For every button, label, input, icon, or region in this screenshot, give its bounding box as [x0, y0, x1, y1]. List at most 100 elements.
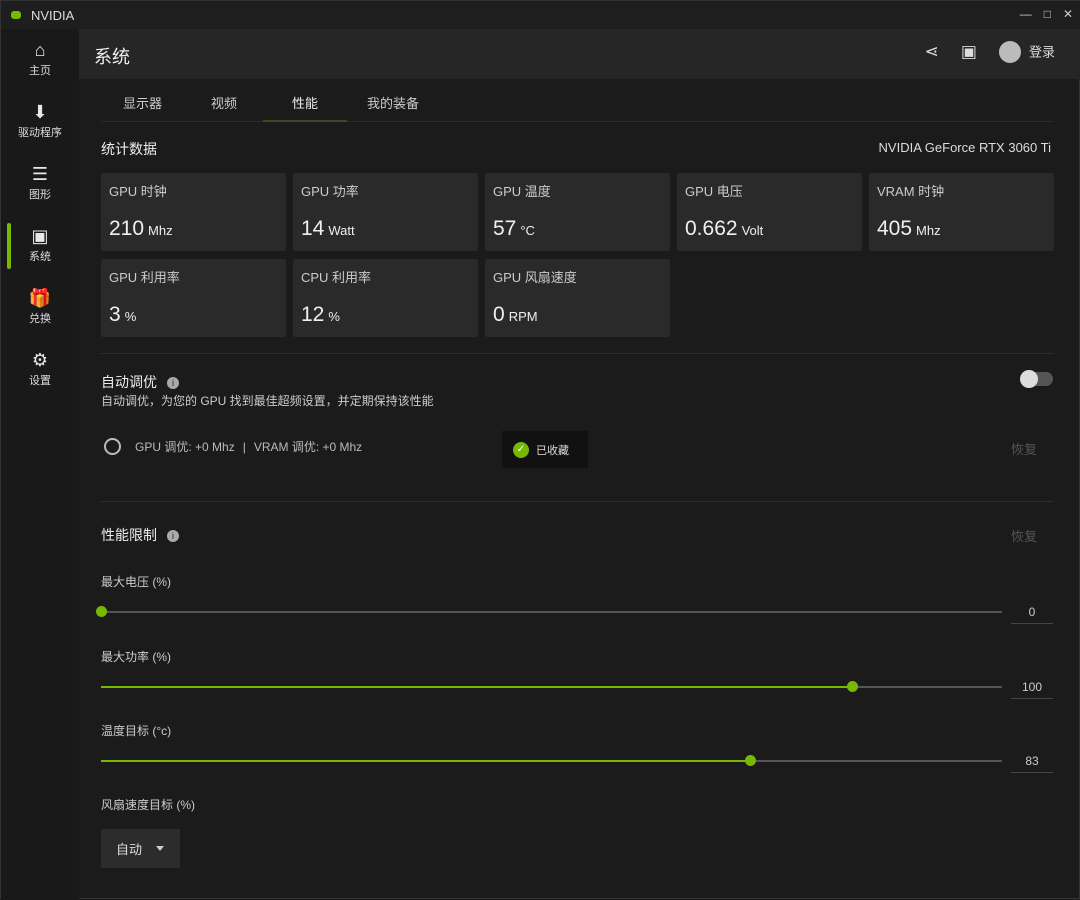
gear-icon: ⚙ — [31, 350, 49, 370]
tab-my-rig[interactable]: 我的装备 — [367, 93, 419, 112]
limits-reset-button[interactable]: 恢复 — [1011, 526, 1037, 545]
gpu-name: NVIDIA GeForce RTX 3060 Ti — [878, 140, 1051, 155]
slider-label: 温度目标 (°c) — [101, 724, 172, 738]
chevron-down-icon — [156, 846, 165, 851]
stat-unit: % — [124, 309, 137, 324]
stat-number: 57 — [493, 217, 517, 240]
stat-unit: Mhz — [916, 223, 941, 238]
toast-text: 已收藏 — [536, 444, 569, 457]
sidebar-item-graphics[interactable]: ☰ 图形 — [1, 155, 79, 211]
share-icon[interactable]: ⋖ — [925, 42, 939, 62]
limits-title-text: 性能限制 — [101, 527, 157, 543]
maximize-button[interactable]: □ — [1044, 7, 1051, 21]
stat-label: GPU 风扇速度 — [493, 270, 577, 285]
stat-unit: Mhz — [148, 223, 173, 238]
stat-unit: RPM — [508, 309, 538, 324]
separator: | — [242, 439, 246, 454]
avatar — [998, 41, 1021, 63]
stat-unit: % — [328, 309, 340, 324]
sidebar: ⌂ 主页 ⬇ 驱动程序 ☰ 图形 ▣ 系统 🎁 兑换 ⚙ 设置 — [1, 29, 79, 900]
stat-number: 210 — [109, 217, 145, 240]
login-button[interactable]: 登录 — [998, 41, 1055, 63]
gpu-oc-value: GPU 调优: +0 Mhz — [135, 440, 235, 454]
slider-handle[interactable] — [846, 680, 858, 692]
stat-number: 14 — [301, 217, 325, 240]
autotune-title: 自动调优 i — [101, 372, 179, 392]
sidebar-item-system[interactable]: ▣ 系统 — [1, 217, 79, 273]
stat-value: 405 Mhz — [877, 217, 941, 241]
slider-value-input[interactable]: 0 — [1011, 605, 1053, 624]
close-button[interactable]: ✕ — [1063, 7, 1073, 21]
info-icon[interactable]: i — [167, 530, 179, 543]
slider-label: 最大电压 (%) — [101, 575, 171, 589]
autotune-reset-button[interactable]: 恢复 — [1011, 439, 1037, 458]
sidebar-item-label: 图形 — [29, 189, 51, 201]
stat-label: GPU 电压 — [685, 184, 743, 199]
vram-oc-value: VRAM 调优: +0 Mhz — [253, 440, 363, 454]
stat-number: 12 — [301, 303, 325, 326]
stat-label: GPU 利用率 — [109, 270, 180, 285]
autotune-title-text: 自动调优 — [101, 374, 157, 390]
divider — [101, 353, 1053, 354]
stat-value: 210 Mhz — [109, 217, 173, 241]
tab-video[interactable]: 视频 — [211, 93, 237, 112]
speedometer-icon — [104, 438, 121, 455]
autotune-toggle[interactable] — [1020, 370, 1053, 388]
slider-fill — [101, 685, 852, 688]
sidebar-item-drivers[interactable]: ⬇ 驱动程序 — [1, 93, 79, 149]
feedback-icon[interactable]: ▣ — [961, 42, 977, 62]
slider-handle[interactable] — [744, 755, 756, 766]
sidebar-item-redeem[interactable]: 🎁 兑换 — [1, 279, 79, 335]
stat-card: GPU 功率 14 Watt — [293, 173, 478, 251]
limits-title: 性能限制 i — [101, 525, 179, 545]
home-icon: ⌂ — [34, 40, 46, 60]
fan-target-label: 风扇速度目标 (%) — [101, 798, 195, 812]
gift-icon: 🎁 — [28, 288, 52, 308]
stat-number: 3 — [109, 303, 121, 326]
stat-card: CPU 利用率 12% — [293, 259, 478, 337]
stat-value: 12% — [301, 303, 340, 327]
slider-fill — [101, 760, 750, 762]
divider — [101, 501, 1053, 502]
stat-unit: Volt — [741, 223, 764, 238]
driver-download-icon: ⬇ — [32, 102, 48, 122]
tab-bar: 显示器 视频 性能 我的装备 — [101, 79, 1053, 122]
stat-card: GPU 利用率 3% — [101, 259, 286, 337]
slider-value-input[interactable]: 83 — [1011, 754, 1053, 773]
stat-value: 57 °C — [493, 217, 535, 241]
stat-card: GPU 风扇速度 0 RPM — [485, 259, 670, 337]
fan-target-select[interactable]: 自动 — [101, 829, 180, 868]
sidebar-item-settings[interactable]: ⚙ 设置 — [1, 341, 79, 397]
login-label: 登录 — [1028, 44, 1055, 60]
sidebar-item-label: 主页 — [29, 65, 51, 77]
autotune-description: 自动调优，为您的 GPU 找到最佳超频设置，并定期保持该性能 — [101, 394, 434, 408]
stat-card: GPU 温度 57 °C — [485, 173, 670, 251]
slider-track[interactable] — [101, 680, 1002, 692]
stat-number: 0 — [493, 303, 505, 326]
slider-track[interactable] — [101, 755, 1002, 766]
sliders-icon: ☰ — [31, 164, 49, 184]
stats-title: 统计数据 — [101, 141, 157, 157]
title-bar: NVIDIA — □ ✕ — [1, 1, 1080, 29]
slider-label: 最大功率 (%) — [101, 649, 171, 664]
sidebar-item-label: 设置 — [29, 375, 51, 387]
slider-track[interactable] — [96, 606, 1002, 617]
saved-toast: ✓ 已收藏 — [502, 431, 588, 468]
header: 系统 ⋖ ▣ 登录 — [79, 29, 1080, 79]
stat-value: 14 Watt — [301, 217, 355, 241]
stat-unit: Watt — [328, 223, 355, 238]
page-title: 系统 — [94, 47, 130, 67]
nvidia-logo-icon — [11, 11, 21, 19]
minimize-button[interactable]: — — [1020, 7, 1032, 21]
stat-value: 0 RPM — [493, 303, 538, 327]
stat-label: GPU 温度 — [493, 184, 551, 199]
slider-value-input[interactable]: 100 — [1011, 680, 1053, 699]
stat-card: GPU 时钟 210 Mhz — [101, 173, 286, 251]
tab-performance[interactable]: 性能 — [292, 93, 318, 112]
tab-display[interactable]: 显示器 — [123, 93, 162, 112]
slider-handle[interactable] — [96, 606, 107, 617]
sidebar-item-label: 兑换 — [29, 313, 51, 325]
info-icon[interactable]: i — [167, 377, 179, 390]
system-icon: ▣ — [31, 226, 49, 246]
sidebar-item-home[interactable]: ⌂ 主页 — [1, 31, 79, 87]
